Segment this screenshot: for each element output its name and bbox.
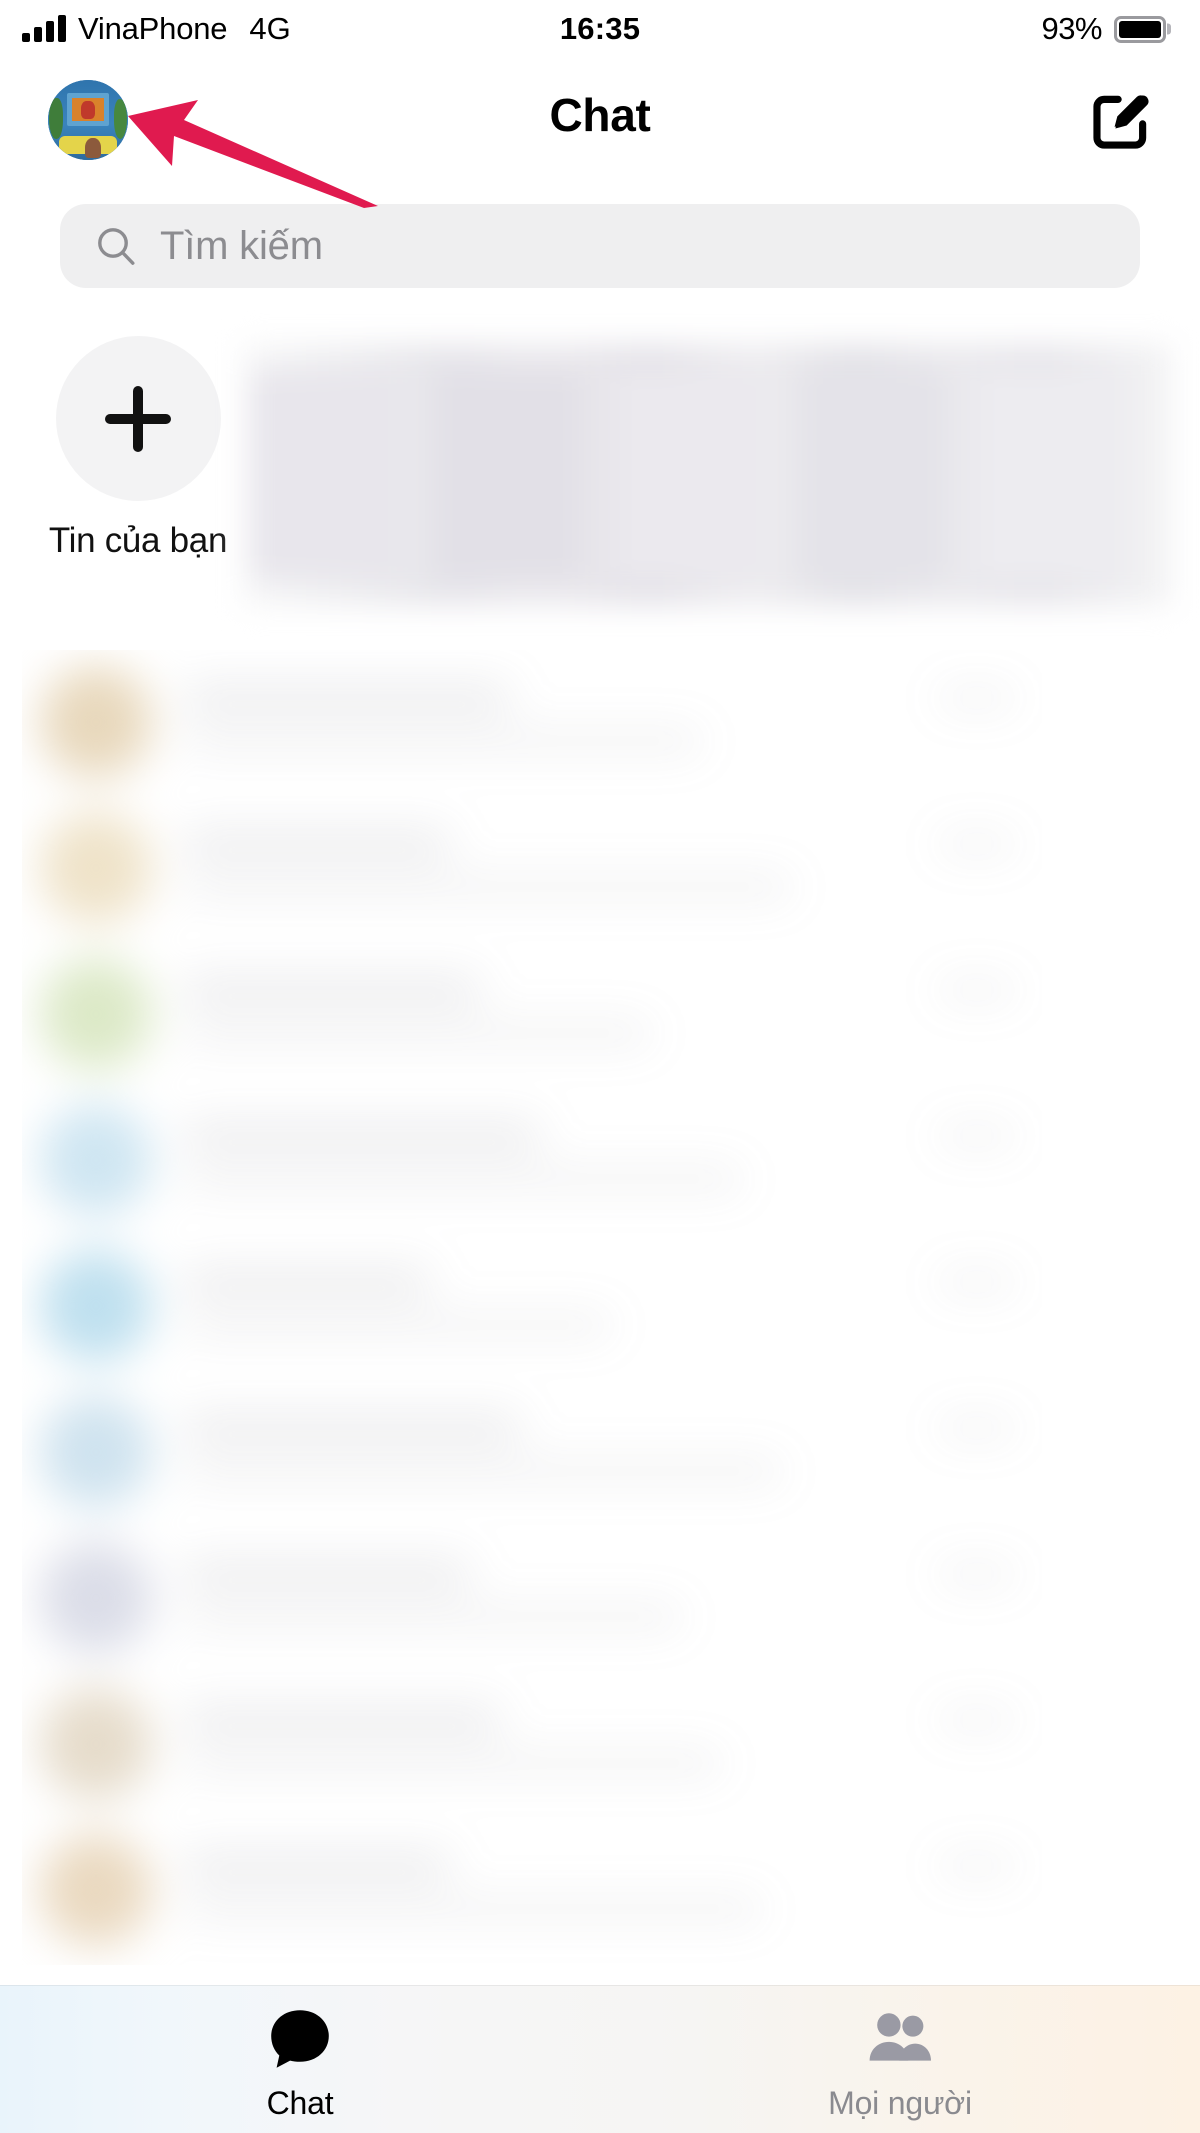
battery-full-icon xyxy=(1114,15,1166,43)
conversation-row[interactable] xyxy=(22,1818,1042,1964)
conversation-timestamp xyxy=(938,1856,1016,1876)
tab-people-label: Mọi người xyxy=(828,2085,972,2121)
story-tile[interactable] xyxy=(251,370,401,580)
conversation-row[interactable] xyxy=(22,942,1042,1088)
conversation-row[interactable] xyxy=(22,1380,1042,1526)
conversation-preview xyxy=(182,1022,652,1044)
conversation-row[interactable] xyxy=(22,1672,1042,1818)
conversation-avatar xyxy=(40,1396,152,1508)
story-tile[interactable] xyxy=(798,370,947,580)
story-tile[interactable] xyxy=(980,370,1130,580)
conversation-timestamp xyxy=(938,1418,1016,1438)
add-story-label: Tin của bạn xyxy=(48,521,228,560)
story-tile[interactable] xyxy=(433,370,583,580)
battery-percent-label: 93% xyxy=(1041,11,1102,46)
story-tile[interactable] xyxy=(615,370,765,580)
conversation-name xyxy=(182,684,512,710)
conversation-name xyxy=(182,1560,472,1586)
conversation-preview xyxy=(182,1606,682,1628)
conversation-row[interactable] xyxy=(22,1526,1042,1672)
conversation-avatar xyxy=(40,1250,152,1362)
conversation-timestamp xyxy=(938,834,1016,854)
conversation-preview xyxy=(182,1752,722,1774)
conversation-avatar xyxy=(40,1688,152,1800)
tab-chat-label: Chat xyxy=(266,2085,334,2121)
conversation-timestamp xyxy=(938,1126,1016,1146)
page-title: Chat xyxy=(549,89,651,141)
conversation-timestamp xyxy=(938,1710,1016,1730)
compose-button[interactable] xyxy=(1086,84,1158,156)
conversation-row[interactable] xyxy=(22,796,1042,942)
search-icon xyxy=(98,228,135,265)
search-input[interactable]: Tìm kiếm xyxy=(60,204,1140,288)
carrier-label: VinaPhone xyxy=(78,11,228,46)
conversation-avatar xyxy=(40,1542,152,1654)
conversation-preview xyxy=(182,1460,782,1482)
conversation-name xyxy=(182,1706,502,1732)
phone-screen: VinaPhone 4G 16:35 93% Chat Tìm kiếm Tin… xyxy=(0,0,1200,2133)
nav-header: Chat xyxy=(0,58,1200,180)
add-story-button[interactable]: Tin của bạn xyxy=(48,336,228,561)
stories-row: Tin của bạn xyxy=(0,336,1200,606)
conversation-name xyxy=(182,830,452,856)
conversation-preview xyxy=(182,1314,612,1336)
conversation-list[interactable] xyxy=(22,650,1042,1965)
conversation-timestamp xyxy=(938,1272,1016,1292)
conversation-preview xyxy=(182,1898,762,1920)
people-icon xyxy=(862,2003,938,2075)
status-bar: VinaPhone 4G 16:35 93% xyxy=(0,0,1200,58)
conversation-preview xyxy=(182,1168,742,1190)
status-bar-left: VinaPhone 4G xyxy=(22,11,291,47)
conversation-avatar xyxy=(40,812,152,924)
tab-chat[interactable]: Chat xyxy=(0,1985,600,2122)
conversation-timestamp xyxy=(938,980,1016,1000)
compose-icon xyxy=(1093,95,1149,149)
bottom-tab-bar: Chat Mọi người xyxy=(0,1985,1200,2133)
chat-bubble-icon xyxy=(264,2003,336,2075)
conversation-row[interactable] xyxy=(22,650,1042,796)
conversation-row[interactable] xyxy=(22,1234,1042,1380)
conversation-avatar xyxy=(40,666,152,778)
conversation-name xyxy=(182,1414,522,1440)
search-placeholder: Tìm kiếm xyxy=(160,223,323,268)
conversation-avatar xyxy=(40,958,152,1070)
conversation-name xyxy=(182,1122,542,1148)
conversation-avatar xyxy=(40,1834,152,1946)
conversation-timestamp xyxy=(938,688,1016,708)
conversation-row[interactable] xyxy=(22,1088,1042,1234)
stories-carousel-blurred[interactable] xyxy=(242,344,1172,606)
network-type-label: 4G xyxy=(249,11,291,46)
conversation-name xyxy=(182,1852,452,1878)
tab-people[interactable]: Mọi người xyxy=(600,1985,1200,2122)
plus-icon xyxy=(105,386,171,452)
conversation-preview xyxy=(182,876,792,898)
conversation-avatar xyxy=(40,1104,152,1216)
status-bar-right: 93% xyxy=(1041,11,1166,47)
conversation-timestamp xyxy=(938,1564,1016,1584)
conversation-name xyxy=(182,1268,432,1294)
conversation-name xyxy=(182,976,482,1002)
conversation-preview xyxy=(182,730,702,752)
add-story-circle xyxy=(55,336,221,501)
signal-bars-icon xyxy=(22,15,66,42)
